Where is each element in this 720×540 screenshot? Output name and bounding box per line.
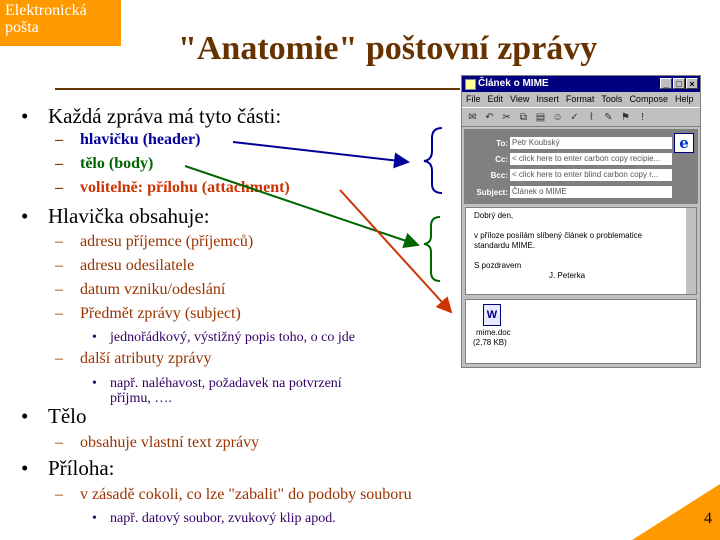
bullet-attachment: • Příloha:	[21, 456, 115, 480]
copy-icon[interactable]: ⧉	[517, 111, 530, 124]
menu-bar: File Edit View Insert Format Tools Compo…	[462, 92, 700, 107]
attachment-pane: W mime.doc (2,78 KB)	[465, 299, 697, 364]
menu-compose[interactable]: Compose	[629, 92, 668, 107]
undo-icon[interactable]: ↶	[483, 111, 496, 124]
word-document-icon[interactable]: W	[483, 304, 501, 326]
window-title: Článek o MIME	[478, 78, 549, 89]
menu-tools[interactable]: Tools	[601, 92, 622, 107]
menu-format[interactable]: Format	[566, 92, 595, 107]
brace-body	[423, 216, 441, 282]
page-number: 4	[704, 510, 712, 527]
header-subject-note: • jednořádkový, výstižný popis toho, o co…	[92, 330, 355, 345]
bullet-parts: • Každá zpráva má tyto části:	[21, 104, 282, 128]
title-rule	[55, 88, 460, 90]
minimize-button[interactable]: _	[660, 78, 672, 89]
send-icon[interactable]: ✉	[466, 111, 479, 124]
menu-edit[interactable]: Edit	[488, 92, 504, 107]
close-button[interactable]: ×	[686, 78, 698, 89]
subject-field[interactable]: Článek o MIME	[510, 186, 672, 198]
menu-help[interactable]: Help	[675, 92, 694, 107]
part-attachment: – volitelně: přílohu (attachment)	[55, 179, 290, 196]
header-other-note: • např. naléhavost, požadavek na potvrzen…	[92, 376, 342, 406]
arrow-attachment	[339, 189, 453, 314]
brace-header	[423, 127, 443, 194]
signature-icon[interactable]: ✎	[602, 111, 615, 124]
bcc-field[interactable]: < click here to enter blind carbon copy …	[510, 169, 672, 181]
body-scrollbar[interactable]	[686, 208, 696, 294]
menu-insert[interactable]: Insert	[536, 92, 559, 107]
priority-icon[interactable]: !	[636, 111, 649, 124]
part-header: – hlavičku (header)	[55, 131, 201, 148]
header-item-date: – datum vzniku/odeslání	[55, 281, 226, 298]
toolbar: ✉ ↶ ✂ ⧉ ▤ ☺ ✓ ⌇ ✎ ⚑ !	[462, 107, 700, 127]
header-item-recipient: – adresu příjemce (příjemců)	[55, 233, 254, 250]
message-header: To: Petr Koubský Cc: < click here to ent…	[464, 129, 698, 204]
section-label: Elektronická pošta	[0, 0, 121, 46]
part-body: – tělo (body)	[55, 155, 154, 172]
flag-icon[interactable]: ⚑	[619, 111, 632, 124]
internet-explorer-icon: e	[674, 133, 694, 153]
menu-view[interactable]: View	[510, 92, 529, 107]
to-field[interactable]: Petr Koubský	[510, 137, 672, 149]
message-body[interactable]: Dobrý den, v příloze posílám slíbený člá…	[465, 207, 697, 295]
to-row: To: Petr Koubský	[464, 137, 698, 150]
email-window: Článek o MIME _ □ × File Edit View Inser…	[461, 75, 701, 368]
cc-row: Cc: < click here to enter carbon copy re…	[464, 153, 698, 166]
window-titlebar: Článek o MIME _ □ ×	[462, 76, 700, 92]
header-item-sender: – adresu odesilatele	[55, 257, 195, 274]
attachment-note: • např. datový soubor, zvukový klip apod.	[92, 511, 336, 526]
attachment-name: mime.doc	[476, 328, 511, 337]
header-item-other: – další atributy zprávy	[55, 350, 212, 367]
cut-icon[interactable]: ✂	[500, 111, 513, 124]
check-names-icon[interactable]: ✓	[568, 111, 581, 124]
subject-row: Subject: Článek o MIME	[464, 186, 698, 199]
bcc-row: Bcc: < click here to enter blind carbon …	[464, 169, 698, 182]
body-item: – obsahuje vlastní text zprávy	[55, 434, 260, 451]
header-item-subject: – Předmět zprávy (subject)	[55, 305, 241, 322]
address-book-icon[interactable]: ☺	[551, 111, 564, 124]
section-label-line2: pošta	[5, 19, 39, 36]
bullet-header-contents: • Hlavička obsahuje:	[21, 204, 210, 228]
cc-field[interactable]: < click here to enter carbon copy recipi…	[510, 153, 672, 165]
attachment-item: – v zásadě cokoli, co lze "zabalit" do po…	[55, 486, 412, 503]
message-icon	[465, 79, 476, 90]
attach-icon[interactable]: ⌇	[585, 111, 598, 124]
maximize-button[interactable]: □	[673, 78, 685, 89]
arrow-header	[232, 141, 410, 169]
paste-icon[interactable]: ▤	[534, 111, 547, 124]
bullet-body: • Tělo	[21, 404, 87, 428]
section-label-line1: Elektronická	[5, 2, 87, 19]
slide-title: "Anatomie" poštovní zprávy	[178, 30, 598, 67]
menu-file[interactable]: File	[466, 92, 481, 107]
signature: J. Peterka	[549, 271, 586, 280]
attachment-size: (2,78 KB)	[473, 338, 507, 347]
